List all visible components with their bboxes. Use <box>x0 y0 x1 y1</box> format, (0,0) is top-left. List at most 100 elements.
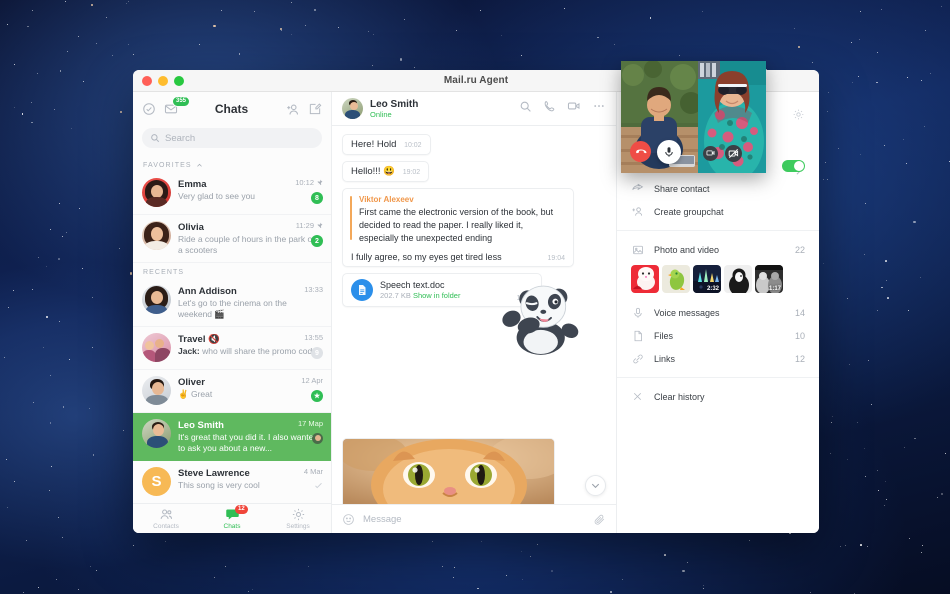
compose-icon[interactable] <box>308 102 322 116</box>
media-thumb-2[interactable] <box>662 265 690 293</box>
list-item-time: 13:55 <box>304 333 323 342</box>
bottom-tab-bar: Contacts 12 Chats Settings <box>133 503 331 533</box>
group-header-recents: RECENTS <box>133 263 331 279</box>
chat-header: Leo Smith Online <box>332 92 616 126</box>
tab-settings-label: Settings <box>286 523 310 530</box>
file-size: 202.7 KB <box>380 291 411 301</box>
screen-share-button[interactable] <box>703 146 718 161</box>
avatar <box>142 333 171 362</box>
notifications-toggle[interactable] <box>782 159 805 172</box>
photo-video-count: 22 <box>794 244 805 255</box>
group-header-favorites[interactable]: FAVORITES <box>133 156 331 172</box>
chat-panel: Leo Smith Online Here! Hold 10:02 Hello!… <box>332 92 616 533</box>
quote-bar <box>350 196 352 241</box>
divider <box>617 377 819 378</box>
message-bubble[interactable]: Here! Hold 10:02 <box>342 134 431 155</box>
add-group-icon <box>631 205 644 218</box>
links-label: Links <box>654 353 676 364</box>
panda-sticker[interactable] <box>496 274 582 360</box>
message-bubble[interactable]: Hello!!! 😃 19:02 <box>342 161 430 182</box>
search-input[interactable] <box>165 132 314 144</box>
sidebar-item-leo-smith[interactable]: Leo Smith It's great that you did it. I … <box>133 413 331 461</box>
file-name: Speech text.doc <box>380 280 445 291</box>
paperclip-icon[interactable] <box>593 513 606 526</box>
list-item-message: This song is very cool <box>178 480 260 490</box>
mail-icon[interactable]: 355 <box>164 96 191 116</box>
image-attachment[interactable] <box>342 438 555 504</box>
list-item[interactable]: Olivia Ride a couple of hours in the par… <box>133 215 331 263</box>
group-header-favorites-label: FAVORITES <box>143 162 192 169</box>
chevron-up-icon <box>196 163 202 167</box>
media-thumb-4[interactable] <box>724 265 752 293</box>
more-icon[interactable] <box>592 99 606 118</box>
list-item-time: 12 Apr <box>301 376 323 385</box>
list-item-name: Travel 🔇 <box>178 334 220 345</box>
close-icon <box>631 391 644 402</box>
tab-contacts[interactable]: Contacts <box>133 507 199 530</box>
links-row[interactable]: Links 12 <box>617 347 819 370</box>
message-list[interactable]: Here! Hold 10:02 Hello!!! 😃 19:02 Viktor… <box>332 126 616 504</box>
list-item[interactable]: S Steve Lawrence This song is very cool … <box>133 461 331 503</box>
search-box[interactable] <box>142 128 322 148</box>
share-contact-label: Share contact <box>654 183 710 194</box>
gear-icon[interactable] <box>792 108 805 126</box>
tab-settings[interactable]: Settings <box>265 507 331 530</box>
emoji-icon[interactable] <box>342 513 355 526</box>
photo-icon <box>631 244 644 256</box>
search-container <box>133 126 331 156</box>
message-composer <box>332 504 616 533</box>
list-item-meta: 11:29 2 <box>296 221 323 247</box>
contacts-icon <box>160 509 172 519</box>
video-call-overlay[interactable] <box>621 61 766 173</box>
link-icon <box>631 353 644 365</box>
message-text: I fully agree, so my eyes get tired less <box>351 252 502 263</box>
add-contact-icon[interactable] <box>285 102 300 117</box>
last-message-avatar <box>312 433 323 444</box>
files-row[interactable]: Files 10 <box>617 324 819 347</box>
media-thumb-1[interactable] <box>631 265 659 293</box>
unread-badge: 9 <box>311 347 323 359</box>
share-icon <box>631 182 644 195</box>
list-item[interactable]: Ann Addison Let's go to the cinema on th… <box>133 279 331 327</box>
video-icon[interactable] <box>567 99 581 118</box>
media-thumb-5[interactable]: 1:17 <box>755 265 783 293</box>
list-item-meta: 13:33 <box>304 285 323 294</box>
hang-up-button[interactable] <box>630 141 651 162</box>
search-icon[interactable] <box>519 100 532 118</box>
list-item[interactable]: Emma Very glad to see you 10:12 8 <box>133 172 331 215</box>
share-contact-row[interactable]: Share contact <box>617 177 819 200</box>
camera-off-button[interactable] <box>725 145 742 162</box>
status-check-icon[interactable] <box>142 102 156 116</box>
file-icon <box>631 330 644 342</box>
message-input[interactable] <box>363 513 585 525</box>
scroll-to-bottom-button[interactable] <box>585 475 606 496</box>
list-item-time: 13:33 <box>304 285 323 294</box>
media-thumb-3[interactable]: 2:32 <box>693 265 721 293</box>
quoted-message-bubble[interactable]: Viktor Alexeev First came the electronic… <box>342 188 574 268</box>
tab-chats-label: Chats <box>223 523 241 530</box>
microphone-button[interactable] <box>657 140 681 164</box>
clear-history-row[interactable]: Clear history <box>617 385 819 408</box>
phone-icon[interactable] <box>543 100 556 118</box>
voice-messages-row[interactable]: Voice messages 14 <box>617 301 819 324</box>
document-icon <box>351 279 373 302</box>
tab-chats-badge: 12 <box>235 505 248 514</box>
list-item[interactable]: Travel 🔇 Jack: who will share the promo … <box>133 327 331 370</box>
tab-chats[interactable]: 12 Chats <box>199 505 265 530</box>
microphone-icon <box>631 307 644 319</box>
star-badge: ★ <box>311 390 323 402</box>
photo-video-row[interactable]: Photo and video 22 <box>617 238 819 261</box>
message-text: Here! Hold <box>351 139 397 150</box>
list-item-time: 11:29 <box>295 221 314 230</box>
show-in-folder-link[interactable]: Show in folder <box>413 291 461 300</box>
avatar <box>142 221 171 250</box>
divider <box>617 230 819 231</box>
status-badge: Online <box>370 109 392 119</box>
unread-badge: 8 <box>311 192 323 204</box>
avatar[interactable] <box>342 98 363 119</box>
list-item-message: Jack: who will share the promo code? <box>178 346 322 357</box>
chat-list[interactable]: FAVORITES Emma Very glad to see you 10:1… <box>133 156 331 503</box>
pin-icon <box>317 222 323 229</box>
create-groupchat-row[interactable]: Create groupchat <box>617 200 819 223</box>
list-item[interactable]: Oliver ✌ Great 12 Apr ★ <box>133 370 331 413</box>
